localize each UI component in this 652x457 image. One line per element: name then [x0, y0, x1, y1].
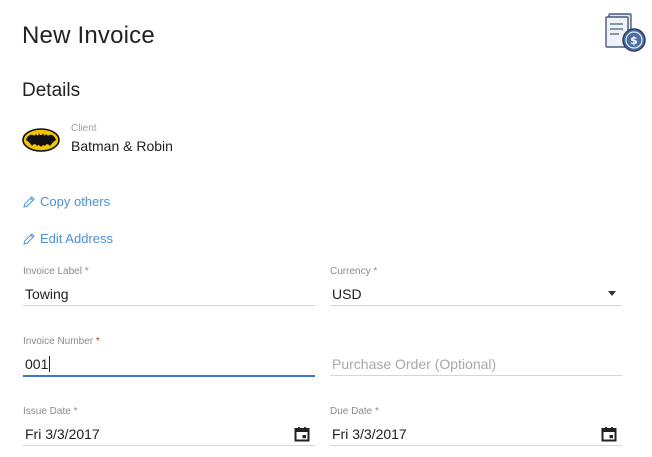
issue-date-field: Issue Date * Fri 3/3/2017	[23, 406, 315, 446]
copy-others-link[interactable]: Copy others	[22, 194, 110, 209]
text-caret	[49, 356, 51, 373]
invoice-number-input[interactable]: 001	[23, 353, 315, 375]
invoice-label-label: Invoice Label	[23, 266, 82, 277]
required-marker: *	[84, 266, 89, 277]
required-marker: *	[375, 406, 379, 417]
due-date-input[interactable]: Fri 3/3/2017	[330, 423, 622, 445]
purchase-order-field: Purchase Order (Optional)	[330, 336, 622, 376]
purchase-order-input[interactable]: Purchase Order (Optional)	[330, 353, 622, 375]
required-marker: *	[73, 406, 78, 417]
due-date-label: Due Date	[330, 406, 373, 417]
section-title-details: Details	[22, 80, 81, 101]
due-date-field: Due Date * Fri 3/3/2017	[330, 406, 622, 446]
calendar-icon[interactable]	[294, 426, 310, 442]
issue-date-input[interactable]: Fri 3/3/2017	[23, 423, 315, 445]
input-underline	[23, 445, 315, 446]
edit-address-label: Edit Address	[40, 231, 113, 246]
currency-value: USD	[332, 286, 362, 302]
issue-date-label: Issue Date	[23, 406, 71, 417]
input-underline	[23, 305, 315, 306]
invoice-number-field: Invoice Number * 001	[23, 336, 315, 377]
client-caption: Client	[71, 123, 97, 134]
calendar-icon[interactable]	[601, 426, 617, 442]
invoice-label-input[interactable]: Towing	[23, 283, 315, 305]
invoice-number-label: Invoice Number	[23, 336, 94, 347]
invoice-label-field: Invoice Label * Towing	[23, 266, 315, 306]
copy-others-label: Copy others	[40, 194, 111, 209]
page-title: New Invoice	[22, 22, 155, 49]
issue-date-value: Fri 3/3/2017	[25, 426, 100, 442]
pencil-icon	[23, 232, 35, 245]
due-date-value: Fri 3/3/2017	[332, 426, 407, 442]
svg-text:$: $	[630, 34, 638, 47]
pencil-icon	[23, 195, 35, 208]
required-marker: *	[373, 266, 378, 277]
dropdown-arrow-icon[interactable]	[608, 291, 616, 296]
input-underline-focused	[23, 375, 315, 377]
batman-logo	[22, 128, 60, 152]
edit-address-link[interactable]: Edit Address	[22, 231, 113, 246]
input-underline	[330, 445, 622, 446]
required-marker: *	[95, 336, 100, 347]
input-underline	[330, 305, 622, 306]
currency-label: Currency	[330, 266, 371, 277]
input-underline	[330, 375, 622, 376]
invoice-dollar-icon: $	[605, 13, 646, 52]
currency-field: Currency * USD	[330, 266, 622, 306]
currency-select[interactable]: USD	[330, 283, 622, 305]
client-name[interactable]: Batman & Robin	[71, 138, 173, 154]
invoice-number-value: 001	[25, 356, 49, 372]
